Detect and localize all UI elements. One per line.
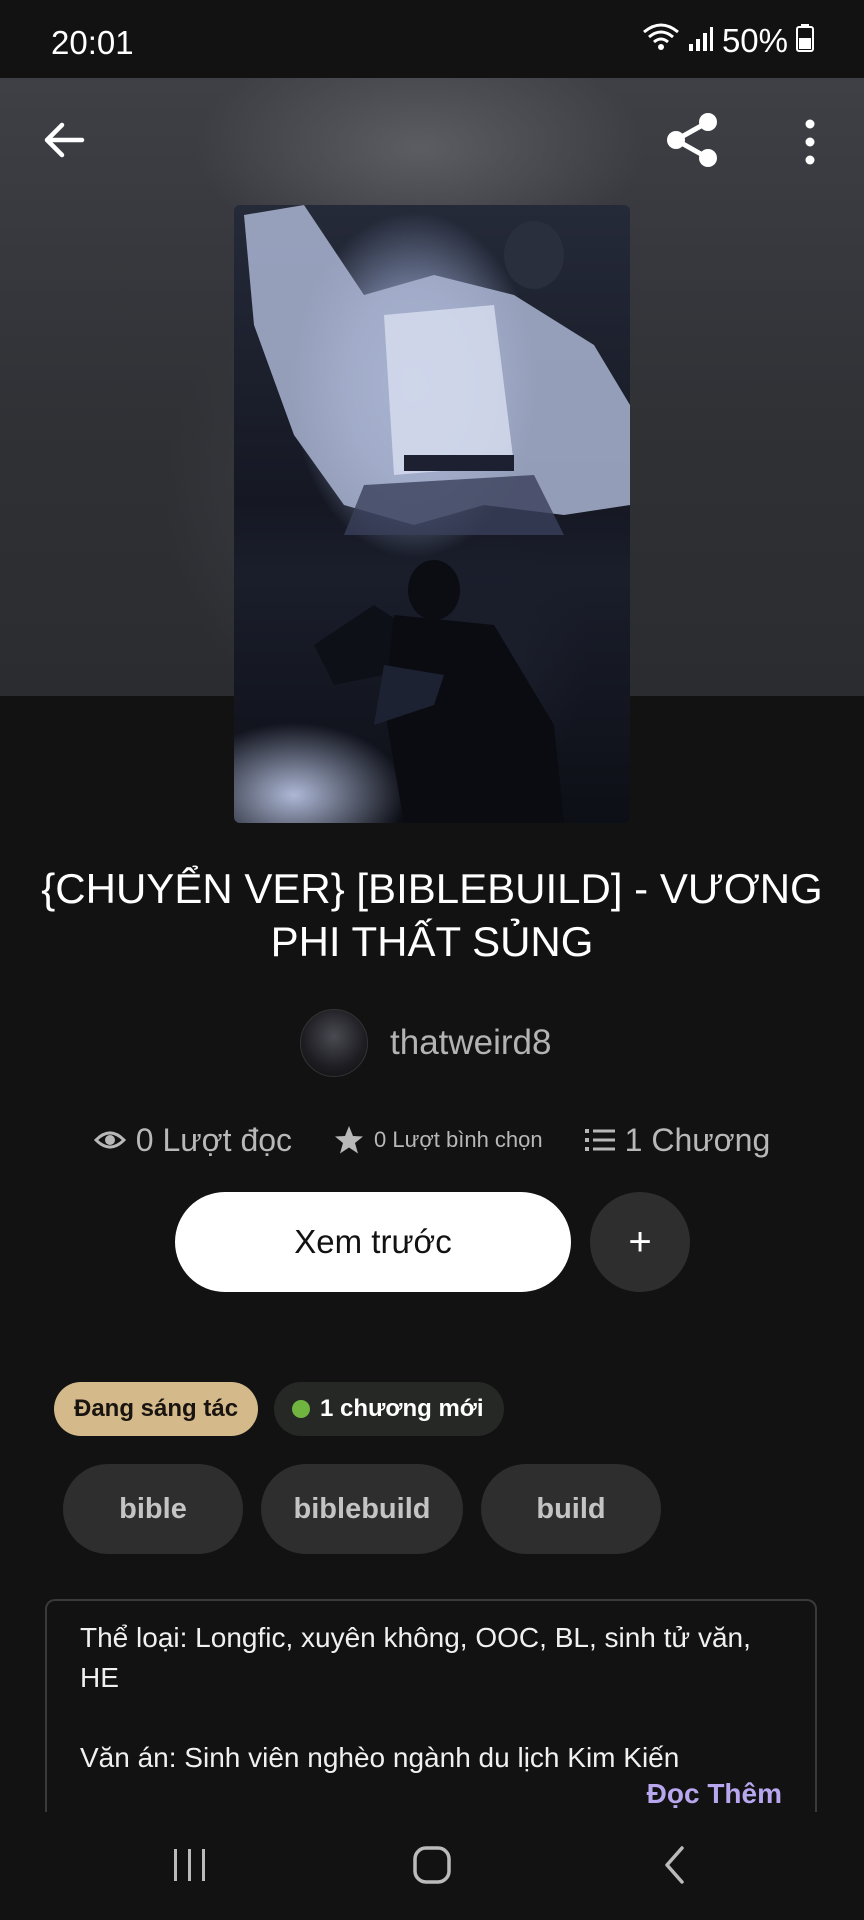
avatar[interactable] (300, 1009, 368, 1077)
chevron-left-icon (665, 1846, 684, 1884)
share-button[interactable] (662, 110, 722, 170)
status-badge: Đang sáng tác (54, 1382, 259, 1436)
tag-build[interactable]: build (481, 1464, 661, 1554)
recent-apps-icon (174, 1849, 205, 1881)
parts-stat: 1 Chương (584, 1121, 771, 1159)
nav-back-button[interactable] (645, 1835, 705, 1895)
author-name[interactable]: thatweird8 (390, 1023, 551, 1063)
share-icon (667, 113, 717, 167)
signal-icon (688, 22, 714, 60)
story-stats: 0 Lượt đọc 0 Lượt bình chọn 1 Chương (0, 1110, 864, 1170)
new-chapter-label: 1 chương mới (320, 1395, 484, 1422)
wifi-icon (642, 22, 680, 60)
star-icon (334, 1125, 364, 1155)
parts-count: 1 Chương (624, 1121, 771, 1158)
add-to-library-button[interactable]: + (590, 1192, 690, 1292)
tag-list: bible biblebuild build (63, 1464, 661, 1554)
preview-button[interactable]: Xem trước (175, 1192, 571, 1292)
tag-biblebuild[interactable]: biblebuild (261, 1464, 463, 1554)
status-time: 20:01 (51, 24, 134, 61)
story-title: {CHUYỂN VER} [BIBLEBUILD] - VƯƠNG PHI TH… (41, 865, 823, 965)
plus-icon: + (628, 1219, 652, 1264)
eye-icon (93, 1128, 126, 1152)
votes-stat: 0 Lượt bình chọn (334, 1125, 543, 1155)
battery-percent: 50% (721, 22, 788, 59)
read-more-link[interactable]: Đọc Thêm (647, 1778, 782, 1810)
back-button[interactable] (36, 112, 92, 168)
home-button[interactable] (402, 1835, 462, 1895)
arrow-left-icon (44, 122, 85, 158)
new-chapter-badge: 1 chương mới (274, 1382, 504, 1436)
story-description: Thể loại: Longfic, xuyên không, OOC, BL,… (80, 1622, 751, 1773)
more-options-button[interactable] (790, 112, 830, 172)
recent-apps-button[interactable] (160, 1835, 220, 1895)
story-cover-image[interactable] (234, 205, 630, 823)
status-indicators: 50% (642, 22, 814, 60)
list-icon (584, 1127, 615, 1153)
home-icon (413, 1846, 451, 1884)
tag-bible[interactable]: bible (63, 1464, 243, 1554)
author-link[interactable]: thatweird8 (300, 1009, 551, 1077)
green-dot-icon (292, 1400, 310, 1418)
reads-count: 0 Lượt đọc (135, 1121, 293, 1158)
reads-stat: 0 Lượt đọc (93, 1121, 293, 1159)
battery-icon (796, 22, 814, 60)
more-vertical-icon (805, 119, 815, 165)
votes-count: 0 Lượt bình chọn (374, 1127, 543, 1152)
